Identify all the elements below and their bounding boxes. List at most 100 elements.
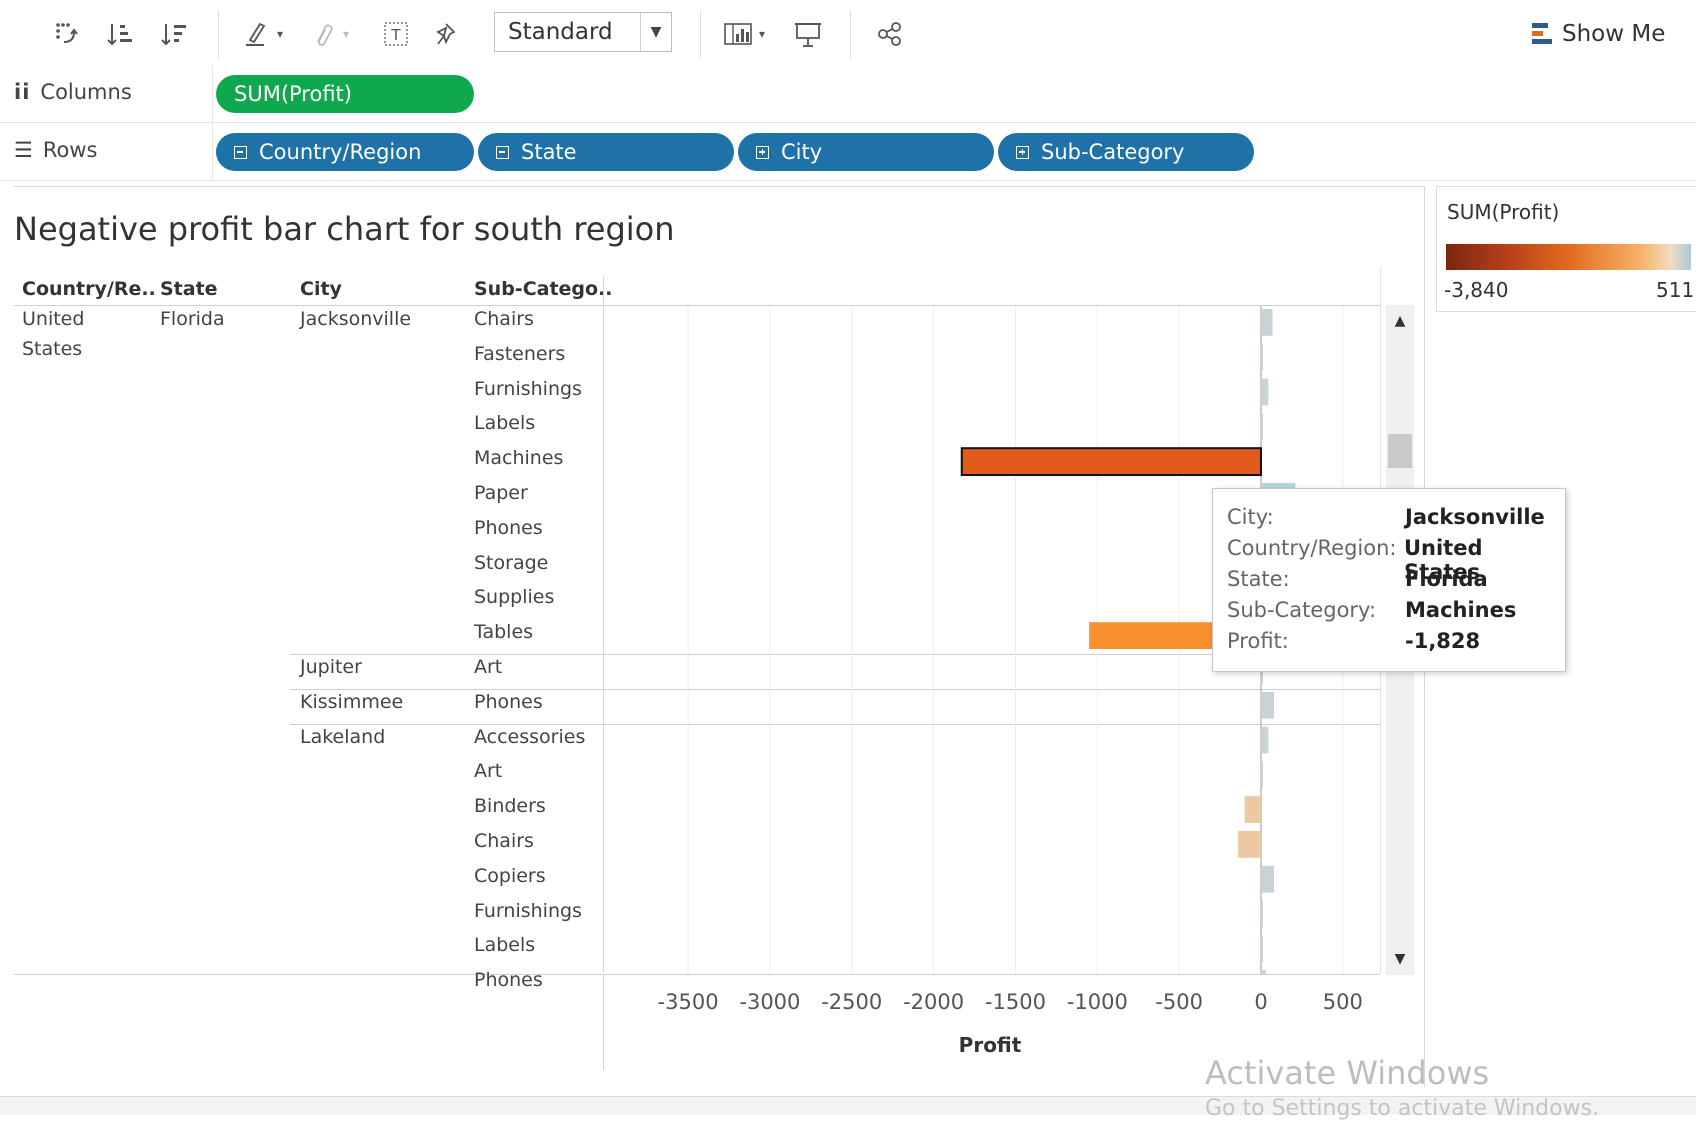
page-title: Negative profit bar chart for south regi…: [14, 210, 675, 248]
header-state[interactable]: State: [160, 278, 218, 300]
cell-sub-category: Phones: [474, 516, 543, 539]
bar[interactable]: [1261, 343, 1263, 371]
shelf-divider: [212, 124, 213, 180]
sort-ascending-icon[interactable]: [104, 18, 136, 50]
rows-icon: ☰: [14, 138, 33, 162]
toolbar-separator: [218, 10, 219, 58]
bar[interactable]: [1261, 935, 1263, 963]
toolbar-separator: [700, 10, 701, 58]
collapse-icon[interactable]: [496, 145, 509, 159]
label-icon[interactable]: T: [380, 18, 412, 50]
shelf-divider: [212, 66, 213, 122]
highlight-dropdown-icon[interactable]: ▾: [270, 18, 290, 50]
cell-sub-category: Copiers: [474, 864, 546, 887]
cell-sub-category: Phones: [474, 690, 543, 713]
cell-sub-category: Furnishings: [474, 377, 582, 400]
cell-sub-category: Chairs: [474, 308, 534, 330]
pill-sum-profit[interactable]: SUM(Profit): [216, 75, 474, 113]
cell-sub-category: Machines: [474, 447, 564, 470]
scroll-up-icon[interactable]: ▲: [1386, 306, 1414, 336]
axis-title: Profit: [958, 1033, 1022, 1057]
columns-shelf-label: ii Columns: [14, 80, 132, 104]
bar[interactable]: [1261, 761, 1263, 789]
pill-state[interactable]: State: [478, 133, 734, 171]
cell-sub-category: Furnishings: [474, 899, 582, 922]
expand-icon[interactable]: [1016, 145, 1029, 159]
watermark-text: Activate Windows: [1205, 1054, 1490, 1092]
tick-label: -1000: [1066, 990, 1128, 1014]
cell-sub-category: Chairs: [474, 830, 534, 852]
highlight-icon[interactable]: [240, 18, 272, 50]
fit-select[interactable]: Standard ▼: [494, 12, 672, 52]
pill-city[interactable]: City: [738, 133, 994, 171]
toolbar: ▾ ▾ T Standard ▼ ▾ Show Me: [0, 0, 1696, 69]
toolbar-separator: [850, 10, 851, 58]
bar[interactable]: [1244, 796, 1261, 823]
bar[interactable]: [1238, 831, 1261, 858]
collapse-icon[interactable]: [234, 145, 247, 159]
bar[interactable]: [960, 447, 1262, 476]
legend-title: SUM(Profit): [1447, 200, 1560, 224]
sort-descending-icon[interactable]: [158, 18, 190, 50]
scroll-down-icon[interactable]: ▼: [1386, 944, 1414, 974]
tooltip: City: Jacksonville Country/Region: United …: [1212, 488, 1566, 672]
cell-sub-category: Storage: [474, 551, 549, 574]
presentation-icon[interactable]: [792, 18, 824, 50]
cell-sub-category: Tables: [474, 621, 534, 644]
expand-icon[interactable]: [756, 145, 769, 159]
tick-label: -500: [1155, 990, 1203, 1014]
pin-icon[interactable]: [430, 18, 462, 50]
columns-icon: ii: [14, 80, 31, 104]
legend-min-label: -3,840: [1444, 278, 1509, 302]
chevron-down-icon[interactable]: ▼: [640, 13, 671, 51]
tick-label: -1500: [984, 990, 1046, 1014]
group-dropdown-icon[interactable]: ▾: [336, 18, 356, 50]
columns-shelf: ii Columns SUM(Profit): [0, 66, 1696, 123]
bar[interactable]: [1261, 900, 1263, 928]
cell-sub-category: Binders: [474, 795, 546, 818]
tooltip-row: Sub-Category: Machines: [1227, 598, 1517, 622]
bar[interactable]: [1261, 865, 1275, 893]
cell-sub-category: Art: [474, 656, 503, 678]
bar[interactable]: [1261, 970, 1266, 974]
show-me-button[interactable]: Show Me: [1530, 16, 1665, 52]
show-labels-dropdown-icon[interactable]: ▾: [752, 18, 772, 50]
bar[interactable]: [1261, 691, 1275, 719]
bar[interactable]: [1261, 378, 1269, 406]
group-icon[interactable]: [306, 18, 338, 50]
rows-shelf: ☰ Rows Country/Region State City Sub-Cat…: [0, 124, 1696, 181]
cell-sub-category: Fasteners: [474, 342, 566, 365]
pill-country-region[interactable]: Country/Region: [216, 133, 474, 171]
scrollbar-thumb[interactable]: [1388, 434, 1412, 468]
cell-city: Jupiter: [300, 656, 362, 678]
legend-color-ramp: [1446, 244, 1691, 270]
tick-label: 500: [1322, 990, 1363, 1014]
cell-city: Lakeland: [300, 725, 386, 748]
tick-label: -2000: [903, 990, 965, 1014]
tooltip-row: Profit: -1,828: [1227, 629, 1481, 653]
cell-city: Jacksonville: [300, 308, 412, 330]
tick-label: -3000: [739, 990, 801, 1014]
cell-country: United: [22, 308, 85, 330]
tooltip-row: City: Jacksonville: [1227, 505, 1545, 529]
axis-pane-divider: [603, 974, 604, 1070]
swap-rows-columns-icon[interactable]: [50, 18, 82, 50]
header-sub-category[interactable]: Sub-Catego..: [474, 278, 613, 300]
bar[interactable]: [1261, 309, 1273, 336]
share-icon[interactable]: [874, 18, 906, 50]
svg-text:T: T: [390, 26, 401, 44]
cell-sub-category: Supplies: [474, 586, 555, 609]
show-labels-icon[interactable]: [722, 18, 754, 50]
header-city[interactable]: City: [300, 278, 342, 300]
tick-label: -3500: [657, 990, 719, 1014]
show-me-label: Show Me: [1562, 21, 1666, 47]
pill-sub-category[interactable]: Sub-Category: [998, 133, 1254, 171]
show-me-icon: [1532, 23, 1552, 44]
cell-sub-category: Labels: [474, 934, 536, 957]
cell-state: Florida: [160, 308, 225, 330]
header-country-region[interactable]: Country/Re..: [22, 278, 156, 300]
cell-sub-category: Labels: [474, 412, 536, 435]
bar[interactable]: [1261, 726, 1269, 754]
tick-label: 0: [1254, 990, 1268, 1014]
bar[interactable]: [1261, 413, 1263, 441]
